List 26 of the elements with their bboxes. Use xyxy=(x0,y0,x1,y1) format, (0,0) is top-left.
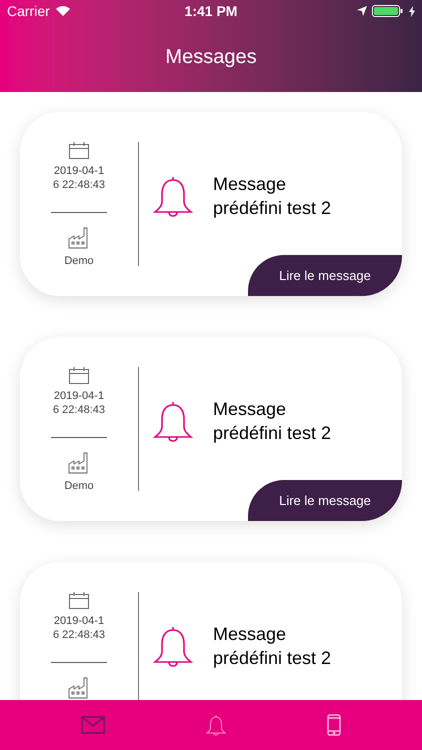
source-text: Demo xyxy=(64,479,94,494)
source-text: Demo xyxy=(64,254,94,269)
calendar-icon xyxy=(69,592,89,609)
message-title: Message prédéfini test 2 xyxy=(213,173,332,220)
bell-icon xyxy=(153,399,193,443)
bell-icon xyxy=(153,624,193,668)
read-message-button[interactable]: Lire le message xyxy=(248,480,402,521)
calendar-icon xyxy=(69,142,89,159)
wifi-icon xyxy=(56,6,70,16)
factory-icon xyxy=(68,227,90,249)
bell-icon xyxy=(153,174,193,218)
clock-text: 1:41 PM xyxy=(184,2,238,20)
location-icon xyxy=(356,6,367,16)
read-message-button[interactable]: Lire le message xyxy=(248,255,402,296)
factory-icon xyxy=(68,677,90,699)
date-text: 2019-04-1 6 22:48:43 xyxy=(53,389,105,417)
battery-icon xyxy=(372,5,404,17)
carrier-text: Carrier xyxy=(7,2,50,20)
screen-title: Messages xyxy=(165,45,257,70)
charging-icon xyxy=(408,6,415,16)
message-title: Message prédéfini test 2 xyxy=(213,398,332,445)
message-title: Message prédéfini test 2 xyxy=(213,623,332,670)
date-text: 2019-04-1 6 22:48:43 xyxy=(53,614,105,642)
date-text: 2019-04-1 6 22:48:43 xyxy=(53,164,105,192)
calendar-icon xyxy=(69,367,89,384)
factory-icon xyxy=(68,452,90,474)
